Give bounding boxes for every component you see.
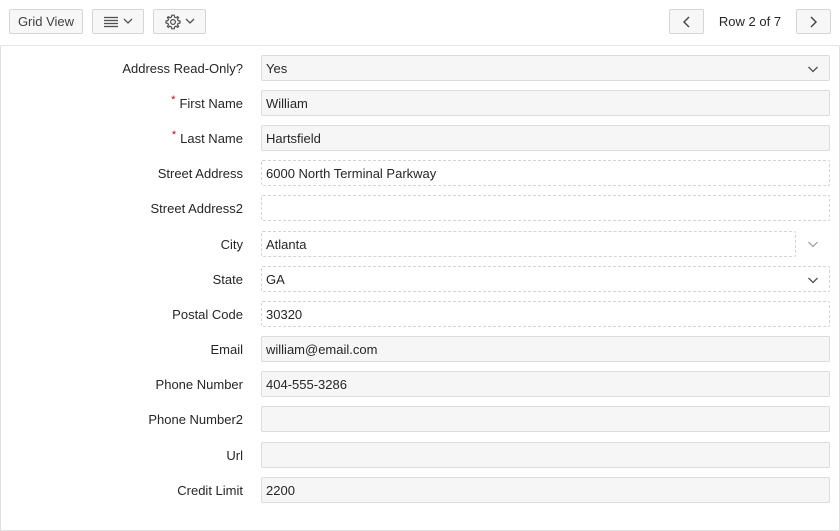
- chevron-down-icon: [808, 241, 818, 248]
- state-value: GA: [266, 271, 285, 287]
- url-label: Url: [226, 448, 243, 463]
- street-address-field[interactable]: 6000 North Terminal Parkway: [261, 160, 830, 186]
- row-last-name: * Last Name Hartsfield: [0, 125, 840, 152]
- chevron-down-icon: [185, 18, 195, 25]
- city-dropdown-button[interactable]: [796, 231, 830, 257]
- state-label: State: [212, 272, 243, 287]
- chevron-right-icon: [810, 16, 817, 28]
- first-name-value: William: [266, 95, 308, 111]
- url-field[interactable]: [261, 442, 830, 468]
- address-readonly-select[interactable]: Yes: [261, 55, 830, 81]
- credit-limit-field[interactable]: 2200: [261, 477, 830, 503]
- required-indicator: *: [171, 128, 177, 141]
- city-label: City: [220, 237, 243, 252]
- previous-row-button[interactable]: [669, 9, 704, 34]
- row-credit-limit: Credit Limit 2200: [0, 477, 840, 504]
- credit-limit-value: 2200: [266, 482, 295, 498]
- row-state: State GA: [0, 266, 840, 293]
- row-postal-code: Postal Code 30320: [0, 301, 840, 328]
- phone-number-field[interactable]: 404-555-3286: [261, 371, 830, 397]
- row-email: Email william@email.com: [0, 336, 840, 363]
- last-name-value: Hartsfield: [266, 130, 321, 146]
- row-address-readonly: Address Read-Only? Yes: [0, 55, 840, 82]
- grid-view-label: Grid View: [17, 14, 75, 29]
- email-value: william@email.com: [266, 341, 378, 357]
- settings-menu-button[interactable]: [153, 9, 206, 34]
- postal-code-label: Postal Code: [172, 307, 243, 322]
- chevron-left-icon: [683, 16, 690, 28]
- email-field[interactable]: william@email.com: [261, 336, 830, 362]
- required-indicator: *: [171, 93, 176, 106]
- phone-number2-label: Phone Number2: [148, 412, 243, 427]
- state-select[interactable]: GA: [261, 266, 830, 292]
- address-readonly-label: Address Read-Only?: [122, 61, 243, 76]
- phone-number2-field[interactable]: [261, 406, 830, 432]
- phone-number-value: 404-555-3286: [266, 376, 347, 392]
- last-name-field[interactable]: Hartsfield: [261, 125, 830, 151]
- street-address-label: Street Address: [157, 166, 243, 181]
- chevron-down-icon: [808, 277, 818, 284]
- row-city: City Atlanta: [0, 231, 840, 258]
- credit-limit-label: Credit Limit: [177, 483, 243, 498]
- row-street-address2: Street Address2: [0, 195, 840, 222]
- row-first-name: * First Name William: [0, 90, 840, 117]
- last-name-label-text: Last Name: [180, 131, 243, 146]
- first-name-label-text: First Name: [179, 96, 243, 111]
- menu-lines-icon: [103, 16, 118, 28]
- last-name-label: * Last Name: [172, 125, 243, 152]
- city-field[interactable]: Atlanta: [261, 231, 796, 257]
- row-street-address: Street Address 6000 North Terminal Parkw…: [0, 160, 840, 187]
- street-address-value: 6000 North Terminal Parkway: [266, 165, 437, 181]
- postal-code-field[interactable]: 30320: [261, 301, 830, 327]
- postal-code-value: 30320: [266, 306, 303, 322]
- chevron-down-icon: [808, 66, 818, 73]
- grid-view-button[interactable]: Grid View: [9, 9, 83, 34]
- row-url: Url: [0, 442, 840, 469]
- email-label: Email: [210, 342, 243, 357]
- row-phone-number2: Phone Number2: [0, 406, 840, 433]
- actions-menu-button[interactable]: [92, 9, 144, 34]
- first-name-label: * First Name: [171, 90, 243, 117]
- city-value: Atlanta: [266, 236, 307, 252]
- phone-number-label: Phone Number: [155, 377, 243, 392]
- toolbar: Grid View Row 2 of 7: [0, 0, 840, 46]
- street-address2-field[interactable]: [261, 195, 830, 221]
- chevron-down-icon: [123, 18, 133, 25]
- row-phone-number: Phone Number 404-555-3286: [0, 371, 840, 398]
- first-name-field[interactable]: William: [261, 90, 830, 116]
- street-address2-label: Street Address2: [150, 201, 244, 216]
- gear-icon: [164, 14, 181, 30]
- address-readonly-value: Yes: [266, 60, 288, 76]
- next-row-button[interactable]: [796, 9, 831, 34]
- row-status: Row 2 of 7: [718, 14, 782, 29]
